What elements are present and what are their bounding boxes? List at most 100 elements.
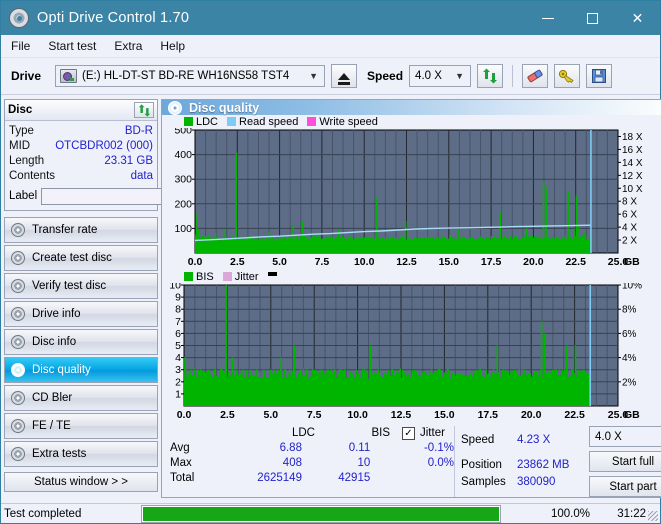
svg-text:2: 2	[175, 376, 181, 388]
erase-button[interactable]	[522, 64, 549, 88]
sidebar-item-transfer-rate[interactable]: Transfer rate	[4, 217, 158, 243]
sidebar-item-label: Transfer rate	[32, 224, 98, 236]
test-panel: Speed 4.23 X Position 23862 MB Samples 3…	[454, 426, 661, 497]
svg-text:9: 9	[175, 292, 181, 304]
speed-select-value: 4.0 X	[415, 70, 442, 82]
status-window-button[interactable]: Status window > >	[4, 472, 158, 492]
eject-button[interactable]	[331, 64, 358, 88]
disc-refresh-button[interactable]	[134, 102, 154, 118]
stats-total-bis: 42915	[338, 472, 371, 484]
test-position-label: Position	[461, 459, 502, 471]
stats-total-ldc: 2625149	[257, 472, 302, 484]
drive-icon	[60, 69, 78, 83]
legend-item-jitter: Jitter	[222, 271, 259, 283]
test-speed-value: 4.23 X	[517, 434, 551, 446]
status-message: Test completed	[4, 507, 82, 520]
key-button[interactable]	[554, 64, 581, 88]
legend-label: Read speed	[239, 115, 299, 128]
save-button[interactable]	[586, 64, 613, 88]
svg-text:5.0: 5.0	[272, 256, 287, 268]
disc-icon	[11, 391, 25, 405]
jitter-checkbox[interactable]: ✓	[402, 427, 415, 440]
svg-text:14 X: 14 X	[622, 158, 643, 169]
progress-fill	[143, 506, 499, 521]
disc-icon	[11, 363, 25, 377]
test-speed-select[interactable]: 4.0 X ▼	[589, 426, 661, 447]
svg-text:1: 1	[175, 388, 181, 400]
maximize-button[interactable]	[570, 1, 615, 35]
disc-icon	[11, 335, 25, 349]
sidebar-item-disc-info[interactable]: Disc info	[4, 329, 158, 355]
legend-item-ldc: LDC	[184, 116, 218, 128]
sidebar-item-label: Verify test disc	[32, 280, 107, 292]
svg-text:8%: 8%	[622, 305, 637, 316]
disc-contents-label: Contents	[9, 170, 56, 182]
sidebar-item-fe-te[interactable]: FE / TE	[4, 413, 158, 439]
legend-swatch-icon	[184, 272, 193, 281]
start-full-button[interactable]: Start full	[589, 451, 661, 472]
svg-text:18 X: 18 X	[622, 132, 643, 143]
stats-max-bis: 10	[357, 457, 371, 469]
svg-text:0.0: 0.0	[177, 409, 192, 421]
svg-text:400: 400	[174, 149, 192, 161]
scale-marker-icon	[267, 271, 277, 276]
svg-text:7.5: 7.5	[307, 409, 322, 421]
svg-text:12.5: 12.5	[391, 409, 412, 421]
resize-grip-icon[interactable]	[648, 511, 658, 521]
svg-text:200: 200	[174, 198, 192, 210]
menu-item-file[interactable]: File	[11, 39, 30, 53]
eraser-icon	[527, 69, 543, 83]
minimize-button[interactable]	[525, 1, 570, 35]
svg-text:GB: GB	[624, 409, 640, 421]
sidebar-item-verify-test-disc[interactable]: Verify test disc	[4, 273, 158, 299]
svg-text:15.0: 15.0	[439, 256, 460, 268]
start-part-button[interactable]: Start part	[589, 476, 661, 497]
bis-chart: BIS Jitter 1 2 3 4 5 6 7 8 9 10 2% 4% 6% 8% 10% 0.0 2.5 5…	[162, 270, 661, 423]
jitter-checkbox-wrap[interactable]: ✓ Jitter	[402, 426, 445, 441]
svg-text:10: 10	[169, 283, 181, 292]
disc-icon	[11, 419, 25, 433]
app-icon	[9, 8, 29, 28]
jitter-checkbox-label: Jitter	[420, 427, 445, 439]
key-icon	[558, 69, 574, 84]
sidebar-item-create-test-disc[interactable]: Create test disc	[4, 245, 158, 271]
stats-max-jitter: 0.0%	[427, 457, 454, 469]
sidebar-item-disc-quality[interactable]: Disc quality	[4, 357, 158, 383]
table-row: Max 408 10 0.0%	[170, 456, 454, 471]
sidebar-item-extra-tests[interactable]: Extra tests	[4, 441, 158, 467]
toolbar-separator	[512, 65, 514, 87]
menu-item-help[interactable]: Help	[160, 39, 185, 53]
window-title: Opti Drive Control 1.70	[37, 10, 190, 26]
legend-swatch-icon	[307, 117, 317, 126]
refresh-icon	[138, 103, 150, 117]
svg-text:10 X: 10 X	[622, 184, 643, 195]
disc-panel: Disc Type BD-R MID OTCBDR002 (000) Lengt…	[4, 99, 247, 211]
ldc-chart: LDC Read speed Write speed 100 200 300 400 5…	[162, 115, 661, 270]
svg-text:5: 5	[175, 340, 181, 352]
svg-text:8: 8	[175, 304, 181, 316]
sidebar-item-label: Disc quality	[32, 364, 91, 376]
page-title: Disc quality	[189, 100, 260, 115]
sidebar-item-label: Drive info	[32, 308, 81, 320]
drive-select[interactable]: (E:) HL-DT-ST BD-RE WH16NS58 TST4 ▼	[55, 65, 326, 87]
sidebar-item-drive-info[interactable]: Drive info	[4, 301, 158, 327]
svg-text:2.5: 2.5	[230, 256, 245, 268]
menu-bar: File Start test Extra Help	[1, 35, 660, 58]
refresh-button[interactable]	[477, 64, 504, 88]
status-bar: Test completed 100.0% 31:22	[1, 503, 660, 523]
stats-header-row: LDC BIS ✓ Jitter	[170, 426, 454, 441]
sidebar-item-cd-bler[interactable]: CD Bler	[4, 385, 158, 411]
menu-item-start-test[interactable]: Start test	[48, 39, 96, 53]
disc-panel-title: Disc	[8, 104, 33, 116]
main-body: Disc Type BD-R MID OTCBDR002 (000) Lengt…	[1, 95, 661, 498]
close-icon[interactable]: ✕	[615, 1, 660, 35]
disc-icon	[11, 251, 25, 265]
disc-icon	[11, 223, 25, 237]
svg-text:500: 500	[174, 128, 192, 137]
menu-item-extra[interactable]: Extra	[114, 39, 142, 53]
legend-item-bis: BIS	[184, 271, 214, 283]
speed-select[interactable]: 4.0 X ▼	[409, 65, 472, 87]
svg-text:12.5: 12.5	[396, 256, 417, 268]
drive-toolbar: Drive (E:) HL-DT-ST BD-RE WH16NS58 TST4 …	[1, 58, 660, 95]
content-panel: Disc quality LDC Read speed Write speed	[161, 99, 661, 498]
